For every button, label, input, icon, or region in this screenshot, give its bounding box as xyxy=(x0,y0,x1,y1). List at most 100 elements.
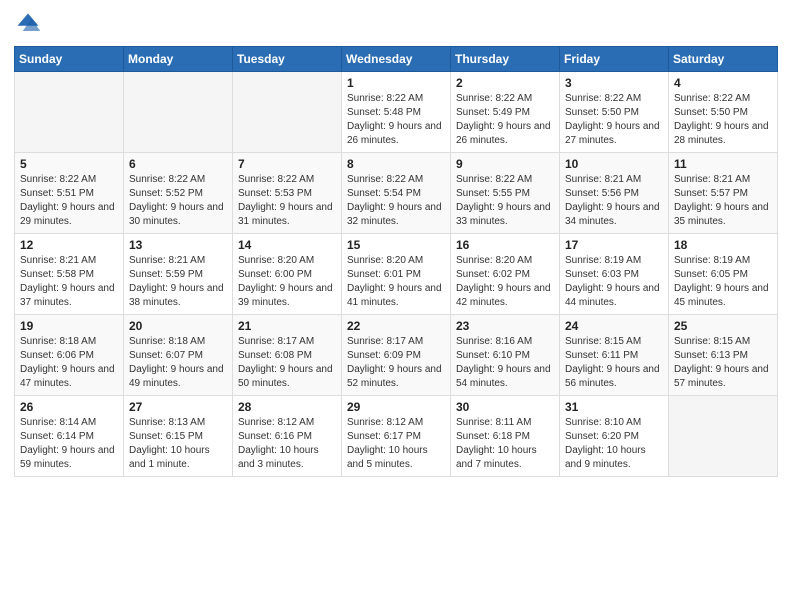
calendar-week-row: 5 Sunrise: 8:22 AMSunset: 5:51 PMDaylight… xyxy=(15,153,778,234)
day-info: Sunrise: 8:19 AMSunset: 6:03 PMDaylight:… xyxy=(565,254,663,310)
day-info: Sunrise: 8:20 AMSunset: 6:00 PMDaylight:… xyxy=(238,254,336,310)
day-number: 20 xyxy=(129,319,227,333)
weekday-header: Saturday xyxy=(669,47,778,72)
calendar-day-cell: 31 Sunrise: 8:10 AMSunset: 6:20 PMDayligh… xyxy=(560,396,669,477)
day-number: 2 xyxy=(456,76,554,90)
day-info: Sunrise: 8:21 AMSunset: 5:58 PMDaylight:… xyxy=(20,254,118,310)
calendar-day-cell: 22 Sunrise: 8:17 AMSunset: 6:09 PMDayligh… xyxy=(342,315,451,396)
day-info: Sunrise: 8:17 AMSunset: 6:09 PMDaylight:… xyxy=(347,335,445,391)
day-number: 13 xyxy=(129,238,227,252)
day-info: Sunrise: 8:22 AMSunset: 5:51 PMDaylight:… xyxy=(20,173,118,229)
calendar-day-cell: 1 Sunrise: 8:22 AMSunset: 5:48 PMDaylight… xyxy=(342,72,451,153)
calendar-week-row: 12Sunrise: 8:21 AMSunset: 5:58 PMDayligh… xyxy=(15,234,778,315)
day-info: Sunrise: 8:22 AMSunset: 5:54 PMDaylight:… xyxy=(347,173,445,229)
header xyxy=(14,10,778,38)
calendar-day-cell: 13 Sunrise: 8:21 AMSunset: 5:59 PMDayligh… xyxy=(124,234,233,315)
calendar-day-cell: 21Sunrise: 8:17 AMSunset: 6:08 PMDayligh… xyxy=(233,315,342,396)
calendar-day-cell: 10 Sunrise: 8:21 AMSunset: 5:56 PMDayligh… xyxy=(560,153,669,234)
calendar-week-row: 1 Sunrise: 8:22 AMSunset: 5:48 PMDaylight… xyxy=(15,72,778,153)
weekday-header: Monday xyxy=(124,47,233,72)
day-info: Sunrise: 8:22 AMSunset: 5:48 PMDaylight:… xyxy=(347,92,445,148)
calendar-week-row: 26Sunrise: 8:14 AMSunset: 6:14 PMDayligh… xyxy=(15,396,778,477)
day-number: 8 xyxy=(347,157,445,171)
day-number: 6 xyxy=(129,157,227,171)
calendar-day-cell: 9 Sunrise: 8:22 AMSunset: 5:55 PMDaylight… xyxy=(451,153,560,234)
day-info: Sunrise: 8:18 AMSunset: 6:07 PMDaylight:… xyxy=(129,335,227,391)
day-info: Sunrise: 8:22 AMSunset: 5:49 PMDaylight:… xyxy=(456,92,554,148)
day-info: Sunrise: 8:21 AMSunset: 5:56 PMDaylight:… xyxy=(565,173,663,229)
day-number: 3 xyxy=(565,76,663,90)
calendar-day-cell: 16 Sunrise: 8:20 AMSunset: 6:02 PMDayligh… xyxy=(451,234,560,315)
weekday-header: Friday xyxy=(560,47,669,72)
day-info: Sunrise: 8:11 AMSunset: 6:18 PMDaylight:… xyxy=(456,416,554,472)
day-info: Sunrise: 8:10 AMSunset: 6:20 PMDaylight:… xyxy=(565,416,663,472)
day-info: Sunrise: 8:15 AMSunset: 6:13 PMDaylight:… xyxy=(674,335,772,391)
day-number: 23 xyxy=(456,319,554,333)
day-info: Sunrise: 8:14 AMSunset: 6:14 PMDaylight:… xyxy=(20,416,118,472)
weekday-header: Wednesday xyxy=(342,47,451,72)
calendar-day-cell xyxy=(124,72,233,153)
day-number: 27 xyxy=(129,400,227,414)
day-number: 19 xyxy=(20,319,118,333)
calendar-day-cell: 29Sunrise: 8:12 AMSunset: 6:17 PMDayligh… xyxy=(342,396,451,477)
day-number: 24 xyxy=(565,319,663,333)
day-info: Sunrise: 8:15 AMSunset: 6:11 PMDaylight:… xyxy=(565,335,663,391)
day-number: 22 xyxy=(347,319,445,333)
day-info: Sunrise: 8:18 AMSunset: 6:06 PMDaylight:… xyxy=(20,335,118,391)
day-number: 4 xyxy=(674,76,772,90)
day-number: 29 xyxy=(347,400,445,414)
logo xyxy=(14,10,46,38)
calendar-week-row: 19 Sunrise: 8:18 AMSunset: 6:06 PMDayligh… xyxy=(15,315,778,396)
day-number: 28 xyxy=(238,400,336,414)
day-number: 1 xyxy=(347,76,445,90)
calendar-day-cell: 24 Sunrise: 8:15 AMSunset: 6:11 PMDayligh… xyxy=(560,315,669,396)
day-number: 21 xyxy=(238,319,336,333)
weekday-header-row: SundayMondayTuesdayWednesdayThursdayFrid… xyxy=(15,47,778,72)
calendar-day-cell xyxy=(669,396,778,477)
calendar-day-cell: 23Sunrise: 8:16 AMSunset: 6:10 PMDayligh… xyxy=(451,315,560,396)
calendar-day-cell: 20 Sunrise: 8:18 AMSunset: 6:07 PMDayligh… xyxy=(124,315,233,396)
day-number: 14 xyxy=(238,238,336,252)
day-number: 31 xyxy=(565,400,663,414)
calendar-day-cell xyxy=(233,72,342,153)
day-info: Sunrise: 8:22 AMSunset: 5:50 PMDaylight:… xyxy=(565,92,663,148)
day-number: 10 xyxy=(565,157,663,171)
day-number: 16 xyxy=(456,238,554,252)
calendar-day-cell: 11Sunrise: 8:21 AMSunset: 5:57 PMDayligh… xyxy=(669,153,778,234)
day-info: Sunrise: 8:21 AMSunset: 5:59 PMDaylight:… xyxy=(129,254,227,310)
calendar-day-cell: 15Sunrise: 8:20 AMSunset: 6:01 PMDayligh… xyxy=(342,234,451,315)
day-info: Sunrise: 8:22 AMSunset: 5:53 PMDaylight:… xyxy=(238,173,336,229)
day-info: Sunrise: 8:20 AMSunset: 6:02 PMDaylight:… xyxy=(456,254,554,310)
calendar-day-cell: 5 Sunrise: 8:22 AMSunset: 5:51 PMDaylight… xyxy=(15,153,124,234)
day-info: Sunrise: 8:12 AMSunset: 6:16 PMDaylight:… xyxy=(238,416,336,472)
weekday-header: Thursday xyxy=(451,47,560,72)
day-info: Sunrise: 8:21 AMSunset: 5:57 PMDaylight:… xyxy=(674,173,772,229)
calendar-day-cell: 19 Sunrise: 8:18 AMSunset: 6:06 PMDayligh… xyxy=(15,315,124,396)
calendar-day-cell: 30Sunrise: 8:11 AMSunset: 6:18 PMDayligh… xyxy=(451,396,560,477)
day-number: 25 xyxy=(674,319,772,333)
calendar-day-cell xyxy=(15,72,124,153)
calendar-day-cell: 28 Sunrise: 8:12 AMSunset: 6:16 PMDayligh… xyxy=(233,396,342,477)
calendar-day-cell: 2 Sunrise: 8:22 AMSunset: 5:49 PMDaylight… xyxy=(451,72,560,153)
calendar-day-cell: 4 Sunrise: 8:22 AMSunset: 5:50 PMDaylight… xyxy=(669,72,778,153)
day-info: Sunrise: 8:22 AMSunset: 5:55 PMDaylight:… xyxy=(456,173,554,229)
calendar-day-cell: 14 Sunrise: 8:20 AMSunset: 6:00 PMDayligh… xyxy=(233,234,342,315)
day-number: 5 xyxy=(20,157,118,171)
calendar-container: SundayMondayTuesdayWednesdayThursdayFrid… xyxy=(0,0,792,491)
logo-icon xyxy=(14,10,42,38)
day-info: Sunrise: 8:22 AMSunset: 5:50 PMDaylight:… xyxy=(674,92,772,148)
day-number: 9 xyxy=(456,157,554,171)
day-number: 15 xyxy=(347,238,445,252)
day-number: 18 xyxy=(674,238,772,252)
day-info: Sunrise: 8:22 AMSunset: 5:52 PMDaylight:… xyxy=(129,173,227,229)
calendar-table: SundayMondayTuesdayWednesdayThursdayFrid… xyxy=(14,46,778,477)
day-number: 7 xyxy=(238,157,336,171)
calendar-day-cell: 12Sunrise: 8:21 AMSunset: 5:58 PMDayligh… xyxy=(15,234,124,315)
day-info: Sunrise: 8:13 AMSunset: 6:15 PMDaylight:… xyxy=(129,416,227,472)
calendar-day-cell: 25 Sunrise: 8:15 AMSunset: 6:13 PMDayligh… xyxy=(669,315,778,396)
calendar-day-cell: 18Sunrise: 8:19 AMSunset: 6:05 PMDayligh… xyxy=(669,234,778,315)
calendar-day-cell: 17Sunrise: 8:19 AMSunset: 6:03 PMDayligh… xyxy=(560,234,669,315)
calendar-day-cell: 3 Sunrise: 8:22 AMSunset: 5:50 PMDaylight… xyxy=(560,72,669,153)
calendar-day-cell: 8 Sunrise: 8:22 AMSunset: 5:54 PMDaylight… xyxy=(342,153,451,234)
calendar-day-cell: 27 Sunrise: 8:13 AMSunset: 6:15 PMDayligh… xyxy=(124,396,233,477)
